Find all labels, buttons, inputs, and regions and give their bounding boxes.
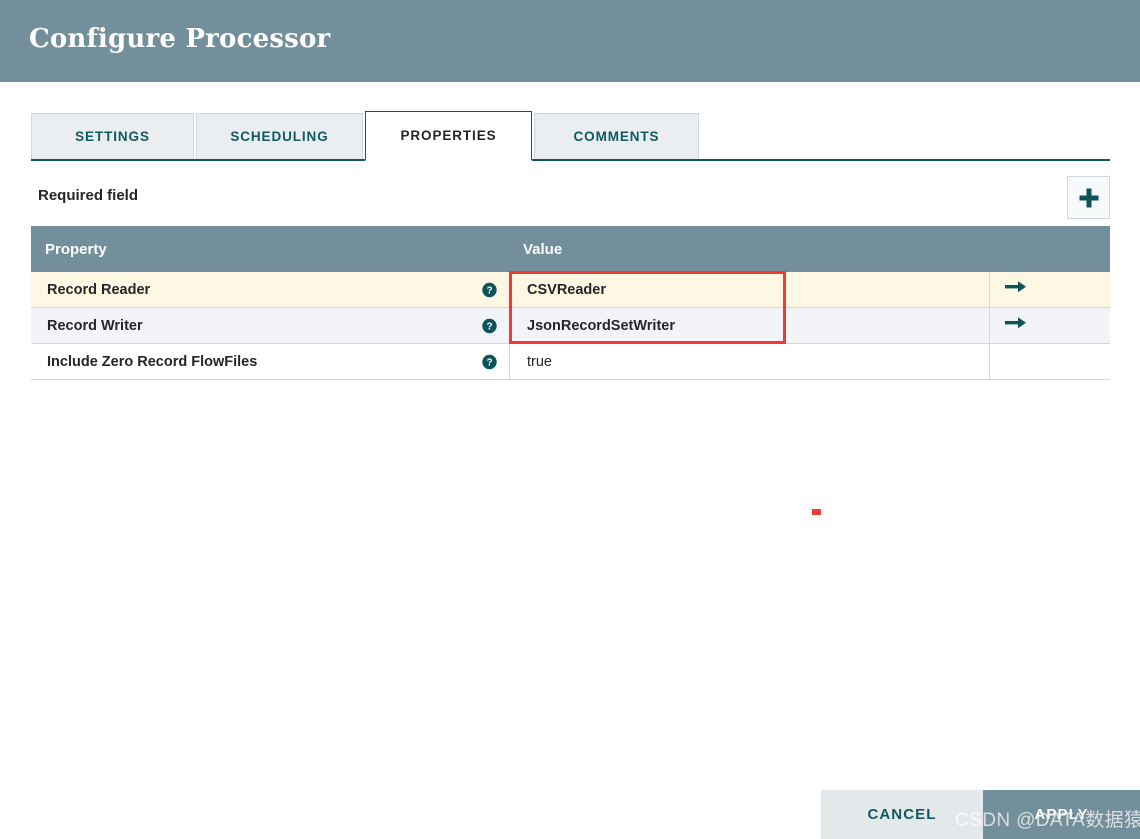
action-cell [990, 308, 1110, 343]
column-header-value: Value [523, 240, 563, 258]
value-text: true [527, 353, 552, 370]
column-header-property: Property [45, 240, 107, 258]
tab-settings[interactable]: SETTINGS [31, 113, 194, 159]
arrow-right-icon[interactable] [1005, 316, 1027, 335]
cancel-button[interactable]: CANCEL [821, 790, 983, 839]
required-field-label: Required field [38, 187, 139, 204]
cancel-button-label: CANCEL [867, 806, 937, 823]
table-row[interactable]: Include Zero Record FlowFiles ? true [31, 344, 1110, 380]
svg-text:?: ? [486, 321, 492, 332]
plus-icon [1077, 186, 1101, 210]
property-cell: Record Writer ? [31, 308, 510, 343]
page-title: Configure Processor [29, 24, 331, 54]
property-name: Record Writer [47, 317, 143, 334]
tab-scheduling[interactable]: SCHEDULING [196, 113, 363, 159]
value-cell[interactable]: true [510, 344, 990, 379]
action-cell [990, 344, 1110, 379]
apply-button[interactable]: APPLY [983, 790, 1140, 839]
tab-properties-label: PROPERTIES [400, 128, 497, 143]
tab-settings-label: SETTINGS [75, 129, 150, 144]
tab-strip: SETTINGS SCHEDULING PROPERTIES COMMENTS [31, 111, 1110, 161]
table-row[interactable]: Record Writer ? JsonRecordSetWriter [31, 308, 1110, 344]
table-row[interactable]: Record Reader ? CSVReader [31, 272, 1110, 308]
svg-text:?: ? [486, 357, 492, 368]
tab-properties[interactable]: PROPERTIES [365, 111, 532, 161]
arrow-right-icon[interactable] [1005, 280, 1027, 299]
tab-scheduling-label: SCHEDULING [230, 129, 329, 144]
help-circle-icon[interactable]: ? [482, 318, 497, 333]
apply-button-label: APPLY [1034, 806, 1089, 823]
tab-comments-label: COMMENTS [573, 129, 660, 144]
add-property-button[interactable] [1067, 176, 1110, 219]
tab-comments[interactable]: COMMENTS [534, 113, 699, 159]
footer-button-bar: CANCEL APPLY [821, 790, 1140, 839]
red-dot-marker [812, 509, 821, 515]
value-cell[interactable]: JsonRecordSetWriter [510, 308, 990, 343]
property-cell: Record Reader ? [31, 272, 510, 307]
value-text: JsonRecordSetWriter [527, 317, 675, 334]
value-cell[interactable]: CSVReader [510, 272, 990, 307]
property-name: Record Reader [47, 281, 151, 298]
svg-text:?: ? [486, 285, 492, 296]
action-cell [990, 272, 1110, 307]
properties-table: Property Value Record Reader ? CSVReader [31, 226, 1110, 380]
help-circle-icon[interactable]: ? [482, 282, 497, 297]
dialog-header: Configure Processor [0, 0, 1140, 82]
property-name: Include Zero Record FlowFiles [47, 353, 258, 370]
value-text: CSVReader [527, 281, 606, 298]
table-header-row: Property Value [31, 226, 1110, 272]
help-circle-icon[interactable]: ? [482, 354, 497, 369]
property-cell: Include Zero Record FlowFiles ? [31, 344, 510, 379]
